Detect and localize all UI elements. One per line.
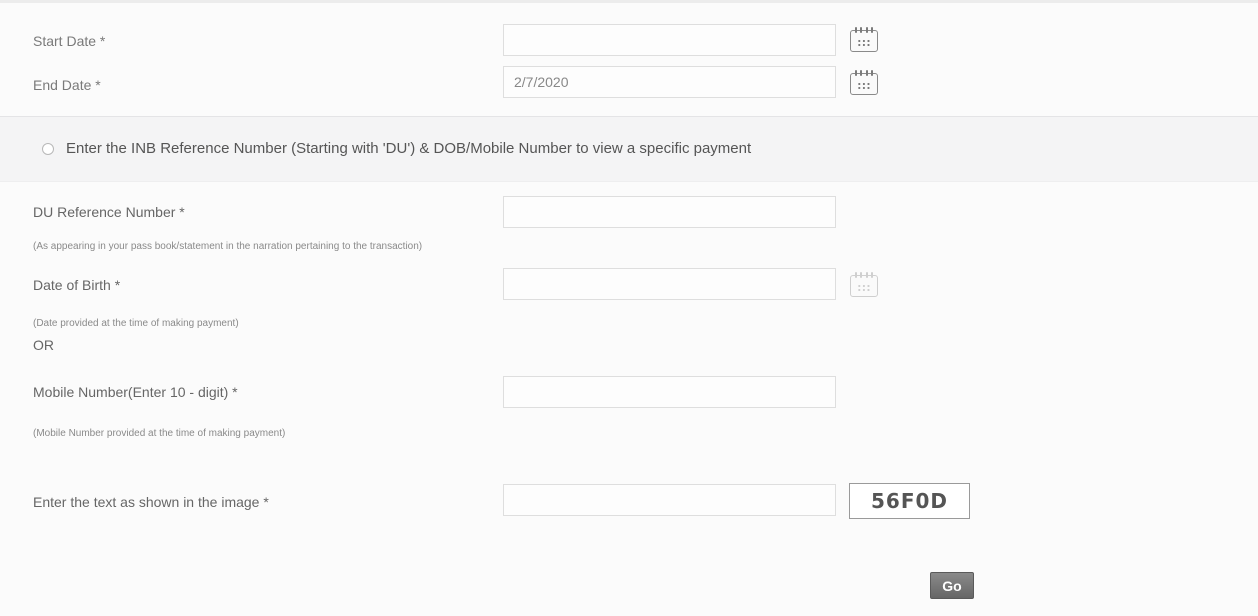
- or-separator: OR: [33, 337, 54, 353]
- end-date-label: End Date *: [33, 77, 101, 93]
- du-reference-label: DU Reference Number *: [33, 204, 185, 220]
- captcha-image: 56F0D: [849, 483, 970, 519]
- date-of-birth-label: Date of Birth *: [33, 277, 121, 293]
- date-of-birth-input[interactable]: [503, 268, 836, 300]
- specific-payment-radio[interactable]: [42, 143, 54, 155]
- start-date-calendar-icon[interactable]: [850, 27, 878, 52]
- mobile-number-label: Mobile Number(Enter 10 - digit) *: [33, 384, 238, 400]
- start-date-label: Start Date *: [33, 33, 106, 49]
- top-divider: [0, 0, 1258, 3]
- mobile-number-input[interactable]: [503, 376, 836, 408]
- start-date-input[interactable]: [503, 24, 836, 56]
- captcha-input[interactable]: [503, 484, 836, 516]
- du-reference-input[interactable]: [503, 196, 836, 228]
- date-of-birth-calendar-icon[interactable]: [850, 272, 878, 297]
- captcha-label: Enter the text as shown in the image *: [33, 494, 269, 510]
- date-of-birth-hint: (Date provided at the time of making pay…: [33, 318, 239, 329]
- end-date-calendar-icon[interactable]: [850, 70, 878, 95]
- mobile-number-hint: (Mobile Number provided at the time of m…: [33, 428, 286, 439]
- end-date-input[interactable]: [503, 66, 836, 98]
- specific-payment-option-label[interactable]: Enter the INB Reference Number (Starting…: [66, 140, 751, 157]
- go-button[interactable]: Go: [930, 572, 974, 599]
- du-reference-hint: (As appearing in your pass book/statemen…: [33, 241, 423, 252]
